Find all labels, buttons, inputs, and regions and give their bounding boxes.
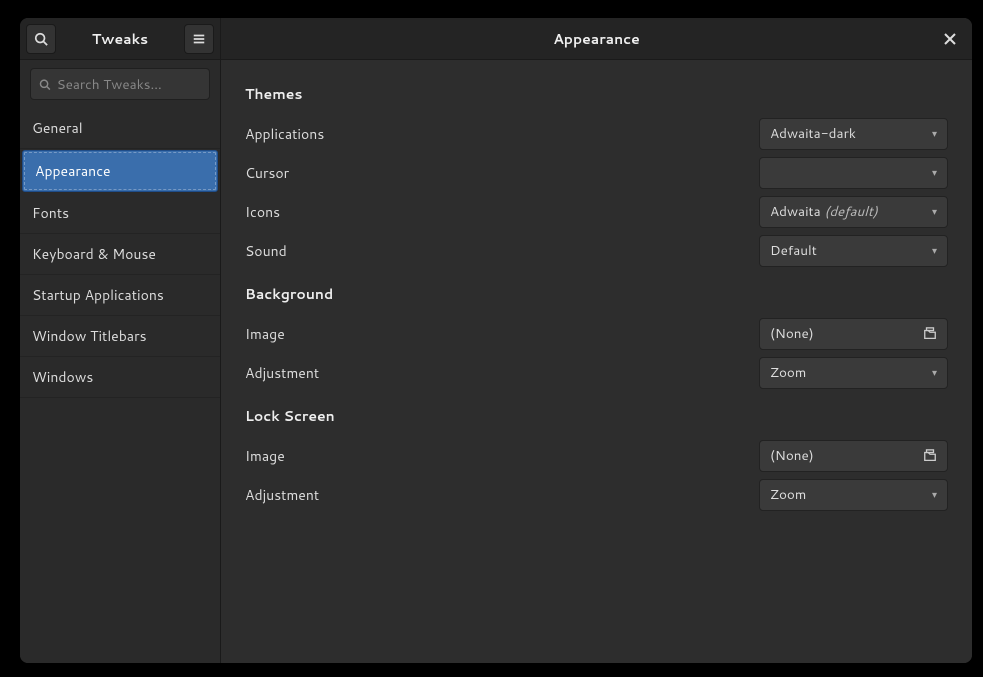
cursor-label: Cursor [245,163,289,183]
chevron-down-icon: ▾ [932,488,937,502]
titlebar: Tweaks Appearance [20,18,972,60]
page-title: Appearance [553,29,640,49]
background-adjustment-row: Adjustment Zoom ▾ [245,353,948,392]
sidebar-item-fonts[interactable]: Fonts [20,193,220,234]
sound-combo[interactable]: Default ▾ [759,235,948,267]
background-adjustment-value: Zoom [770,363,806,382]
chevron-down-icon: ▾ [932,244,937,258]
lockscreen-adjustment-value: Zoom [770,485,806,504]
chevron-down-icon: ▾ [932,127,937,141]
sidebar-item-startup-applications[interactable]: Startup Applications [20,275,220,316]
background-image-value: (None) [770,324,814,343]
applications-value: Adwaita-dark [770,124,856,143]
background-image-row: Image (None) [245,314,948,353]
background-adjustment-label: Adjustment [245,363,319,383]
chevron-down-icon: ▾ [932,166,937,180]
titlebar-left: Tweaks [20,18,221,59]
search-wrap [20,60,220,108]
applications-label: Applications [245,124,324,144]
search-box[interactable] [30,68,210,100]
cursor-combo[interactable]: ▾ [759,157,948,189]
themes-section-title: Themes [245,84,948,104]
background-image-label: Image [245,324,285,344]
search-input[interactable] [57,75,201,94]
sidebar-item-keyboard-mouse[interactable]: Keyboard & Mouse [20,234,220,275]
lockscreen-section-title: Lock Screen [245,406,948,426]
chevron-down-icon: ▾ [932,366,937,380]
sound-row: Sound Default ▾ [245,231,948,270]
icons-row: Icons Adwaita (default) ▾ [245,192,948,231]
icons-default-suffix: (default) [824,202,877,221]
sidebar-item-appearance[interactable]: Appearance [22,150,218,192]
app-title: Tweaks [62,29,178,49]
cursor-row: Cursor ▾ [245,153,948,192]
lockscreen-adjustment-combo[interactable]: Zoom ▾ [759,479,948,511]
close-icon [944,33,956,45]
content-area: Themes Applications Adwaita-dark ▾ Curso… [221,60,972,663]
close-button[interactable] [938,27,962,51]
sidebar: General Appearance Fonts Keyboard & Mous… [20,60,221,663]
titlebar-right: Appearance [221,18,972,59]
sound-value: Default [770,241,817,260]
lockscreen-image-row: Image (None) [245,436,948,475]
icons-value: Adwaita [770,202,821,221]
icons-combo[interactable]: Adwaita (default) ▾ [759,196,948,228]
lockscreen-image-value: (None) [770,446,814,465]
background-adjustment-combo[interactable]: Zoom ▾ [759,357,948,389]
sidebar-item-windows[interactable]: Windows [20,357,220,398]
chevron-down-icon: ▾ [932,205,937,219]
applications-combo[interactable]: Adwaita-dark ▾ [759,118,948,150]
search-icon [39,78,51,91]
sidebar-item-general[interactable]: General [20,108,220,149]
hamburger-icon [192,32,206,46]
sound-label: Sound [245,241,287,261]
lockscreen-image-label: Image [245,446,285,466]
lockscreen-image-chooser[interactable]: (None) [759,440,948,472]
tweaks-window: Tweaks Appearance [20,18,972,663]
lockscreen-adjustment-row: Adjustment Zoom ▾ [245,475,948,514]
icons-label: Icons [245,202,280,222]
menu-button[interactable] [184,24,214,54]
file-open-icon [923,449,937,463]
search-toggle-button[interactable] [26,24,56,54]
background-section-title: Background [245,284,948,304]
lockscreen-adjustment-label: Adjustment [245,485,319,505]
applications-row: Applications Adwaita-dark ▾ [245,114,948,153]
body: General Appearance Fonts Keyboard & Mous… [20,60,972,663]
background-image-chooser[interactable]: (None) [759,318,948,350]
sidebar-item-window-titlebars[interactable]: Window Titlebars [20,316,220,357]
file-open-icon [923,327,937,341]
search-icon [34,32,48,46]
